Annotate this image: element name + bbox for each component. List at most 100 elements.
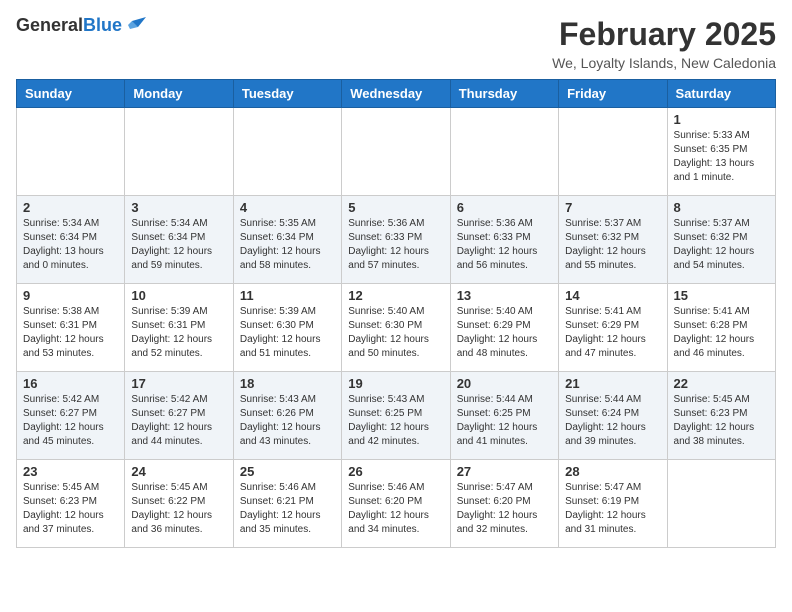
calendar-cell: 24Sunrise: 5:45 AM Sunset: 6:22 PM Dayli… [125,460,233,548]
calendar-cell: 5 Sunrise: 5:36 AM Sunset: 6:33 PM Daylig… [342,196,450,284]
calendar-cell [667,460,775,548]
day-number: 14 [565,288,660,303]
calendar-cell: 22 Sunrise: 5:45 AM Sunset: 6:23 PM Dayli… [667,372,775,460]
day-number: 1 [674,112,769,127]
day-info: Sunrise: 5:34 AM Sunset: 6:34 PM Dayligh… [23,217,118,273]
month-title: February 2025 [552,16,776,53]
day-info: Sunrise: 5:43 AM Sunset: 6:25 PM Dayligh… [348,393,443,449]
day-number: 6 [457,200,552,215]
calendar-week-3: 9 Sunrise: 5:38 AM Sunset: 6:31 PM Daylig… [17,284,776,372]
day-info: Sunrise: 5:37 AM Sunset: 6:32 PM Dayligh… [565,217,660,273]
calendar-cell: 2 Sunrise: 5:34 AM Sunset: 6:34 PM Daylig… [17,196,125,284]
calendar-cell: 26 Sunrise: 5:46 AM Sunset: 6:20 PM Dayli… [342,460,450,548]
day-number: 4 [240,200,335,215]
logo-bird-icon [124,17,146,35]
weekday-header-sunday: Sunday [17,80,125,108]
day-info: Sunrise: 5:40 AM Sunset: 6:29 PM Dayligh… [457,305,552,361]
day-number: 28 [565,464,660,479]
day-info: Sunrise: 5:35 AM Sunset: 6:34 PM Dayligh… [240,217,335,273]
weekday-header-friday: Friday [559,80,667,108]
calendar-cell [450,108,558,196]
calendar-cell: 6 Sunrise: 5:36 AM Sunset: 6:33 PM Daylig… [450,196,558,284]
logo-line1: General [16,15,83,35]
day-number: 10 [131,288,226,303]
logo: GeneralBlue [16,16,146,36]
day-info: Sunrise: 5:38 AM Sunset: 6:31 PM Dayligh… [23,305,118,361]
calendar-week-1: 1 Sunrise: 5:33 AM Sunset: 6:35 PM Daylig… [17,108,776,196]
calendar-cell: 13 Sunrise: 5:40 AM Sunset: 6:29 PM Dayli… [450,284,558,372]
weekday-header-tuesday: Tuesday [233,80,341,108]
calendar-cell: 12Sunrise: 5:40 AM Sunset: 6:30 PM Dayli… [342,284,450,372]
calendar-cell: 23 Sunrise: 5:45 AM Sunset: 6:23 PM Dayli… [17,460,125,548]
weekday-header-saturday: Saturday [667,80,775,108]
day-info: Sunrise: 5:45 AM Sunset: 6:23 PM Dayligh… [674,393,769,449]
weekday-header-row: SundayMondayTuesdayWednesdayThursdayFrid… [17,80,776,108]
calendar-cell: 10Sunrise: 5:39 AM Sunset: 6:31 PM Dayli… [125,284,233,372]
day-info: Sunrise: 5:46 AM Sunset: 6:21 PM Dayligh… [240,481,335,537]
calendar-cell: 19 Sunrise: 5:43 AM Sunset: 6:25 PM Dayli… [342,372,450,460]
day-info: Sunrise: 5:45 AM Sunset: 6:23 PM Dayligh… [23,481,118,537]
day-info: Sunrise: 5:42 AM Sunset: 6:27 PM Dayligh… [131,393,226,449]
calendar-cell [233,108,341,196]
day-number: 3 [131,200,226,215]
calendar-week-2: 2 Sunrise: 5:34 AM Sunset: 6:34 PM Daylig… [17,196,776,284]
day-info: Sunrise: 5:36 AM Sunset: 6:33 PM Dayligh… [457,217,552,273]
day-number: 26 [348,464,443,479]
calendar-cell: 7Sunrise: 5:37 AM Sunset: 6:32 PM Daylig… [559,196,667,284]
calendar-cell: 27 Sunrise: 5:47 AM Sunset: 6:20 PM Dayli… [450,460,558,548]
calendar-cell: 15 Sunrise: 5:41 AM Sunset: 6:28 PM Dayli… [667,284,775,372]
day-number: 25 [240,464,335,479]
day-info: Sunrise: 5:43 AM Sunset: 6:26 PM Dayligh… [240,393,335,449]
calendar-week-5: 23 Sunrise: 5:45 AM Sunset: 6:23 PM Dayli… [17,460,776,548]
weekday-header-thursday: Thursday [450,80,558,108]
day-info: Sunrise: 5:41 AM Sunset: 6:29 PM Dayligh… [565,305,660,361]
calendar-cell: 18 Sunrise: 5:43 AM Sunset: 6:26 PM Dayli… [233,372,341,460]
calendar-cell [17,108,125,196]
day-number: 12 [348,288,443,303]
calendar-cell: 3 Sunrise: 5:34 AM Sunset: 6:34 PM Daylig… [125,196,233,284]
day-info: Sunrise: 5:37 AM Sunset: 6:32 PM Dayligh… [674,217,769,273]
calendar-cell: 28Sunrise: 5:47 AM Sunset: 6:19 PM Dayli… [559,460,667,548]
day-number: 27 [457,464,552,479]
day-info: Sunrise: 5:45 AM Sunset: 6:22 PM Dayligh… [131,481,226,537]
calendar-cell: 20Sunrise: 5:44 AM Sunset: 6:25 PM Dayli… [450,372,558,460]
day-info: Sunrise: 5:46 AM Sunset: 6:20 PM Dayligh… [348,481,443,537]
calendar-week-4: 16 Sunrise: 5:42 AM Sunset: 6:27 PM Dayli… [17,372,776,460]
day-info: Sunrise: 5:42 AM Sunset: 6:27 PM Dayligh… [23,393,118,449]
day-info: Sunrise: 5:36 AM Sunset: 6:33 PM Dayligh… [348,217,443,273]
calendar-cell: 17Sunrise: 5:42 AM Sunset: 6:27 PM Dayli… [125,372,233,460]
day-number: 8 [674,200,769,215]
calendar-cell: 4 Sunrise: 5:35 AM Sunset: 6:34 PM Daylig… [233,196,341,284]
weekday-header-wednesday: Wednesday [342,80,450,108]
day-number: 23 [23,464,118,479]
day-number: 18 [240,376,335,391]
day-number: 15 [674,288,769,303]
day-number: 20 [457,376,552,391]
calendar-cell [125,108,233,196]
day-number: 2 [23,200,118,215]
calendar-cell: 9 Sunrise: 5:38 AM Sunset: 6:31 PM Daylig… [17,284,125,372]
day-number: 16 [23,376,118,391]
day-info: Sunrise: 5:33 AM Sunset: 6:35 PM Dayligh… [674,129,769,185]
day-number: 11 [240,288,335,303]
calendar-cell: 8 Sunrise: 5:37 AM Sunset: 6:32 PM Daylig… [667,196,775,284]
day-info: Sunrise: 5:34 AM Sunset: 6:34 PM Dayligh… [131,217,226,273]
title-block: February 2025 We, Loyalty Islands, New C… [552,16,776,71]
calendar-cell: 11 Sunrise: 5:39 AM Sunset: 6:30 PM Dayli… [233,284,341,372]
calendar-cell: 16 Sunrise: 5:42 AM Sunset: 6:27 PM Dayli… [17,372,125,460]
day-info: Sunrise: 5:47 AM Sunset: 6:20 PM Dayligh… [457,481,552,537]
day-number: 9 [23,288,118,303]
day-number: 13 [457,288,552,303]
calendar-cell: 14 Sunrise: 5:41 AM Sunset: 6:29 PM Dayli… [559,284,667,372]
day-info: Sunrise: 5:41 AM Sunset: 6:28 PM Dayligh… [674,305,769,361]
calendar-cell: 1 Sunrise: 5:33 AM Sunset: 6:35 PM Daylig… [667,108,775,196]
day-number: 5 [348,200,443,215]
calendar-cell: 25 Sunrise: 5:46 AM Sunset: 6:21 PM Dayli… [233,460,341,548]
day-info: Sunrise: 5:44 AM Sunset: 6:24 PM Dayligh… [565,393,660,449]
weekday-header-monday: Monday [125,80,233,108]
day-info: Sunrise: 5:39 AM Sunset: 6:30 PM Dayligh… [240,305,335,361]
day-number: 22 [674,376,769,391]
location-title: We, Loyalty Islands, New Caledonia [552,55,776,71]
calendar-table: SundayMondayTuesdayWednesdayThursdayFrid… [16,79,776,548]
day-number: 19 [348,376,443,391]
